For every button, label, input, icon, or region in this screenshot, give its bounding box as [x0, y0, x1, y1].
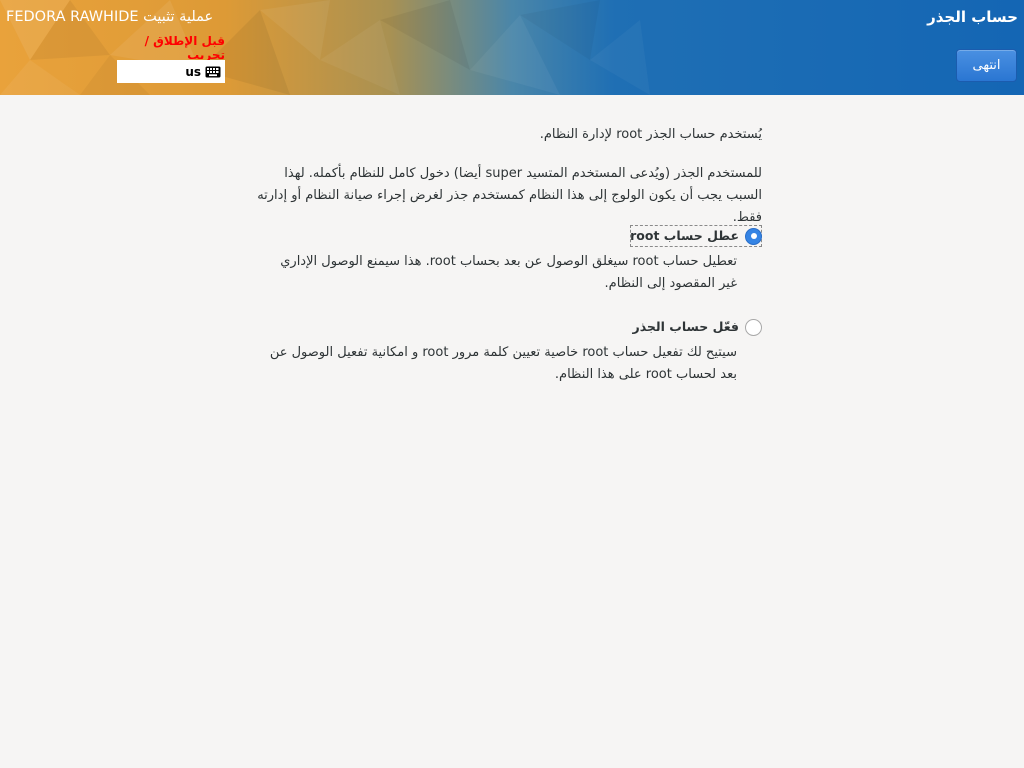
enable-root-label[interactable]: فعّل حساب الجذر — [633, 316, 740, 338]
disable-root-label[interactable]: عطل حساب root — [630, 225, 739, 247]
intro-text: يُستخدم حساب الجذر root لإدارة النظام. — [539, 127, 762, 142]
keyboard-layout-indicator[interactable]: us — [117, 60, 225, 83]
done-button[interactable]: انتهى — [956, 49, 1017, 82]
details-text: للمستخدم الجذر (ويُدعى المستخدم المتسيد … — [257, 166, 762, 225]
disable-root-option: عطل حساب root تعطيل حساب root سيغلق الوص… — [250, 225, 762, 295]
product-title: FEDORA RAWHIDE عملية تثبيت — [6, 9, 214, 25]
header-banner: حساب الجذر انتهى FEDORA RAWHIDE عملية تث… — [0, 0, 1024, 95]
disable-root-radio[interactable] — [745, 227, 762, 245]
enable-root-option: فعّل حساب الجذر سيتيح لك تفعيل حساب root… — [250, 316, 762, 386]
spoke-title: حساب الجذر — [927, 8, 1018, 26]
disable-root-radio-row[interactable]: عطل حساب root — [630, 225, 762, 247]
disable-root-description: تعطيل حساب root سيغلق الوصول عن بعد بحسا… — [280, 254, 737, 291]
prerelease-warning: قبل الإطلاق / تجريب — [144, 34, 225, 62]
enable-root-radio[interactable] — [745, 318, 762, 336]
enable-root-description: سيتيح لك تفعيل حساب root خاصية تعيين كلم… — [269, 345, 737, 382]
enable-root-radio-row[interactable]: فعّل حساب الجذر — [250, 316, 762, 338]
keyboard-layout-text: us — [185, 64, 201, 79]
keyboard-icon — [205, 66, 221, 77]
